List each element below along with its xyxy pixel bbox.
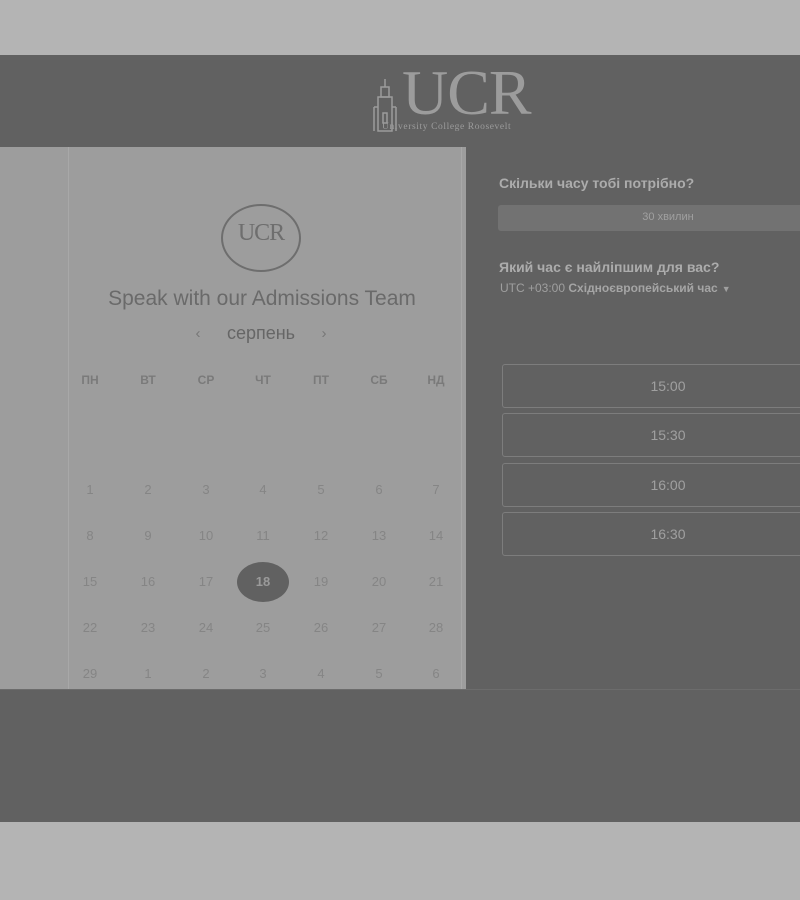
- calendar-day[interactable]: 23: [122, 608, 174, 648]
- calendar-day[interactable]: 19: [295, 562, 347, 602]
- time-slot-label: 16:30: [650, 526, 686, 542]
- calendar-day[interactable]: 3: [180, 470, 232, 510]
- calendar-day[interactable]: 4: [237, 470, 289, 510]
- timezone-selector[interactable]: UTC +03:00 Східноєвропейський час ▼: [500, 281, 731, 295]
- weekday-label: ПН: [81, 373, 99, 387]
- calendar-day[interactable]: 22: [64, 608, 116, 648]
- calendar-day[interactable]: 16: [122, 562, 174, 602]
- ucr-emblem: UCR: [221, 204, 301, 272]
- calendar-day[interactable]: 24: [180, 608, 232, 648]
- calendar-day[interactable]: 14: [410, 516, 462, 556]
- time-slot-label: 15:00: [650, 378, 686, 394]
- calendar-day[interactable]: 4: [295, 654, 347, 694]
- duration-question: Скільки часу тобі потрібно?: [499, 175, 695, 191]
- calendar-day[interactable]: 5: [353, 654, 405, 694]
- calendar-day[interactable]: 27: [353, 608, 405, 648]
- weekday-label: НД: [427, 373, 445, 387]
- calendar-day[interactable]: 5: [295, 470, 347, 510]
- calendar-day[interactable]: 2: [122, 470, 174, 510]
- calendar-day[interactable]: 10: [180, 516, 232, 556]
- calendar-day[interactable]: 8: [64, 516, 116, 556]
- duration-option[interactable]: 30 хвилин: [498, 205, 800, 231]
- logo-wordmark: UCR: [402, 57, 532, 128]
- calendar-day[interactable]: 2: [180, 654, 232, 694]
- header: UCR University College Roosevelt: [0, 55, 800, 147]
- calendar-day[interactable]: 3: [237, 654, 289, 694]
- time-slot-button[interactable]: 16:00: [502, 463, 800, 507]
- calendar-day[interactable]: 1: [122, 654, 174, 694]
- weekday-label: ПТ: [313, 373, 329, 387]
- weekday-label: ЧТ: [255, 373, 271, 387]
- timezone-offset: UTC +03:00: [500, 281, 566, 295]
- time-slot-button[interactable]: 15:00: [502, 364, 800, 408]
- time-slot-label: 15:30: [650, 427, 686, 443]
- booking-page: UCR University College Roosevelt UCR Spe…: [0, 55, 800, 822]
- calendar-day[interactable]: 28: [410, 608, 462, 648]
- calendar-day[interactable]: 13: [353, 516, 405, 556]
- weekday-label: СБ: [370, 373, 388, 387]
- timezone-name: Східноєвропейський час: [568, 281, 718, 295]
- calendar-day[interactable]: 6: [410, 654, 462, 694]
- time-slot-button[interactable]: 15:30: [502, 413, 800, 457]
- month-label: серпень: [226, 323, 296, 343]
- logo-subtitle: University College Roosevelt: [382, 122, 512, 132]
- calendar-panel: UCR Speak with our Admissions Team ‹ сер…: [0, 147, 466, 689]
- time-question: Який час є найліпшим для вас?: [499, 259, 720, 275]
- calendar-day[interactable]: 20: [353, 562, 405, 602]
- calendar-day[interactable]: 12: [295, 516, 347, 556]
- calendar-day[interactable]: 29: [64, 654, 116, 694]
- calendar-day-selected[interactable]: 18: [237, 562, 289, 602]
- weekday-label: СР: [197, 373, 215, 387]
- calendar-day[interactable]: 25: [237, 608, 289, 648]
- calendar-day[interactable]: 26: [295, 608, 347, 648]
- calendar-day[interactable]: 15: [64, 562, 116, 602]
- calendar-day[interactable]: 7: [410, 470, 462, 510]
- time-slot-label: 16:00: [650, 477, 686, 493]
- footer: [0, 689, 800, 822]
- calendar-day[interactable]: 9: [122, 516, 174, 556]
- weekday-label: ВТ: [140, 373, 156, 387]
- emblem-text: UCR: [237, 220, 285, 246]
- month-navigation: ‹ серпень ›: [186, 319, 336, 349]
- time-selection-panel: Скільки часу тобі потрібно? 30 хвилин Як…: [466, 147, 800, 689]
- calendar-day[interactable]: 21: [410, 562, 462, 602]
- time-slot-button[interactable]: 16:30: [502, 512, 800, 556]
- calendar-day[interactable]: 6: [353, 470, 405, 510]
- calendar-day[interactable]: 11: [237, 516, 289, 556]
- next-month-button[interactable]: ›: [312, 319, 336, 349]
- chevron-down-icon: ▼: [721, 284, 731, 294]
- ucr-logo: UCR University College Roosevelt: [370, 61, 562, 137]
- calendar-day[interactable]: 17: [180, 562, 232, 602]
- prev-month-button[interactable]: ‹: [186, 319, 210, 349]
- page-title: Speak with our Admissions Team: [108, 287, 416, 310]
- calendar-day[interactable]: 1: [64, 470, 116, 510]
- duration-label: 30 хвилин: [642, 211, 694, 223]
